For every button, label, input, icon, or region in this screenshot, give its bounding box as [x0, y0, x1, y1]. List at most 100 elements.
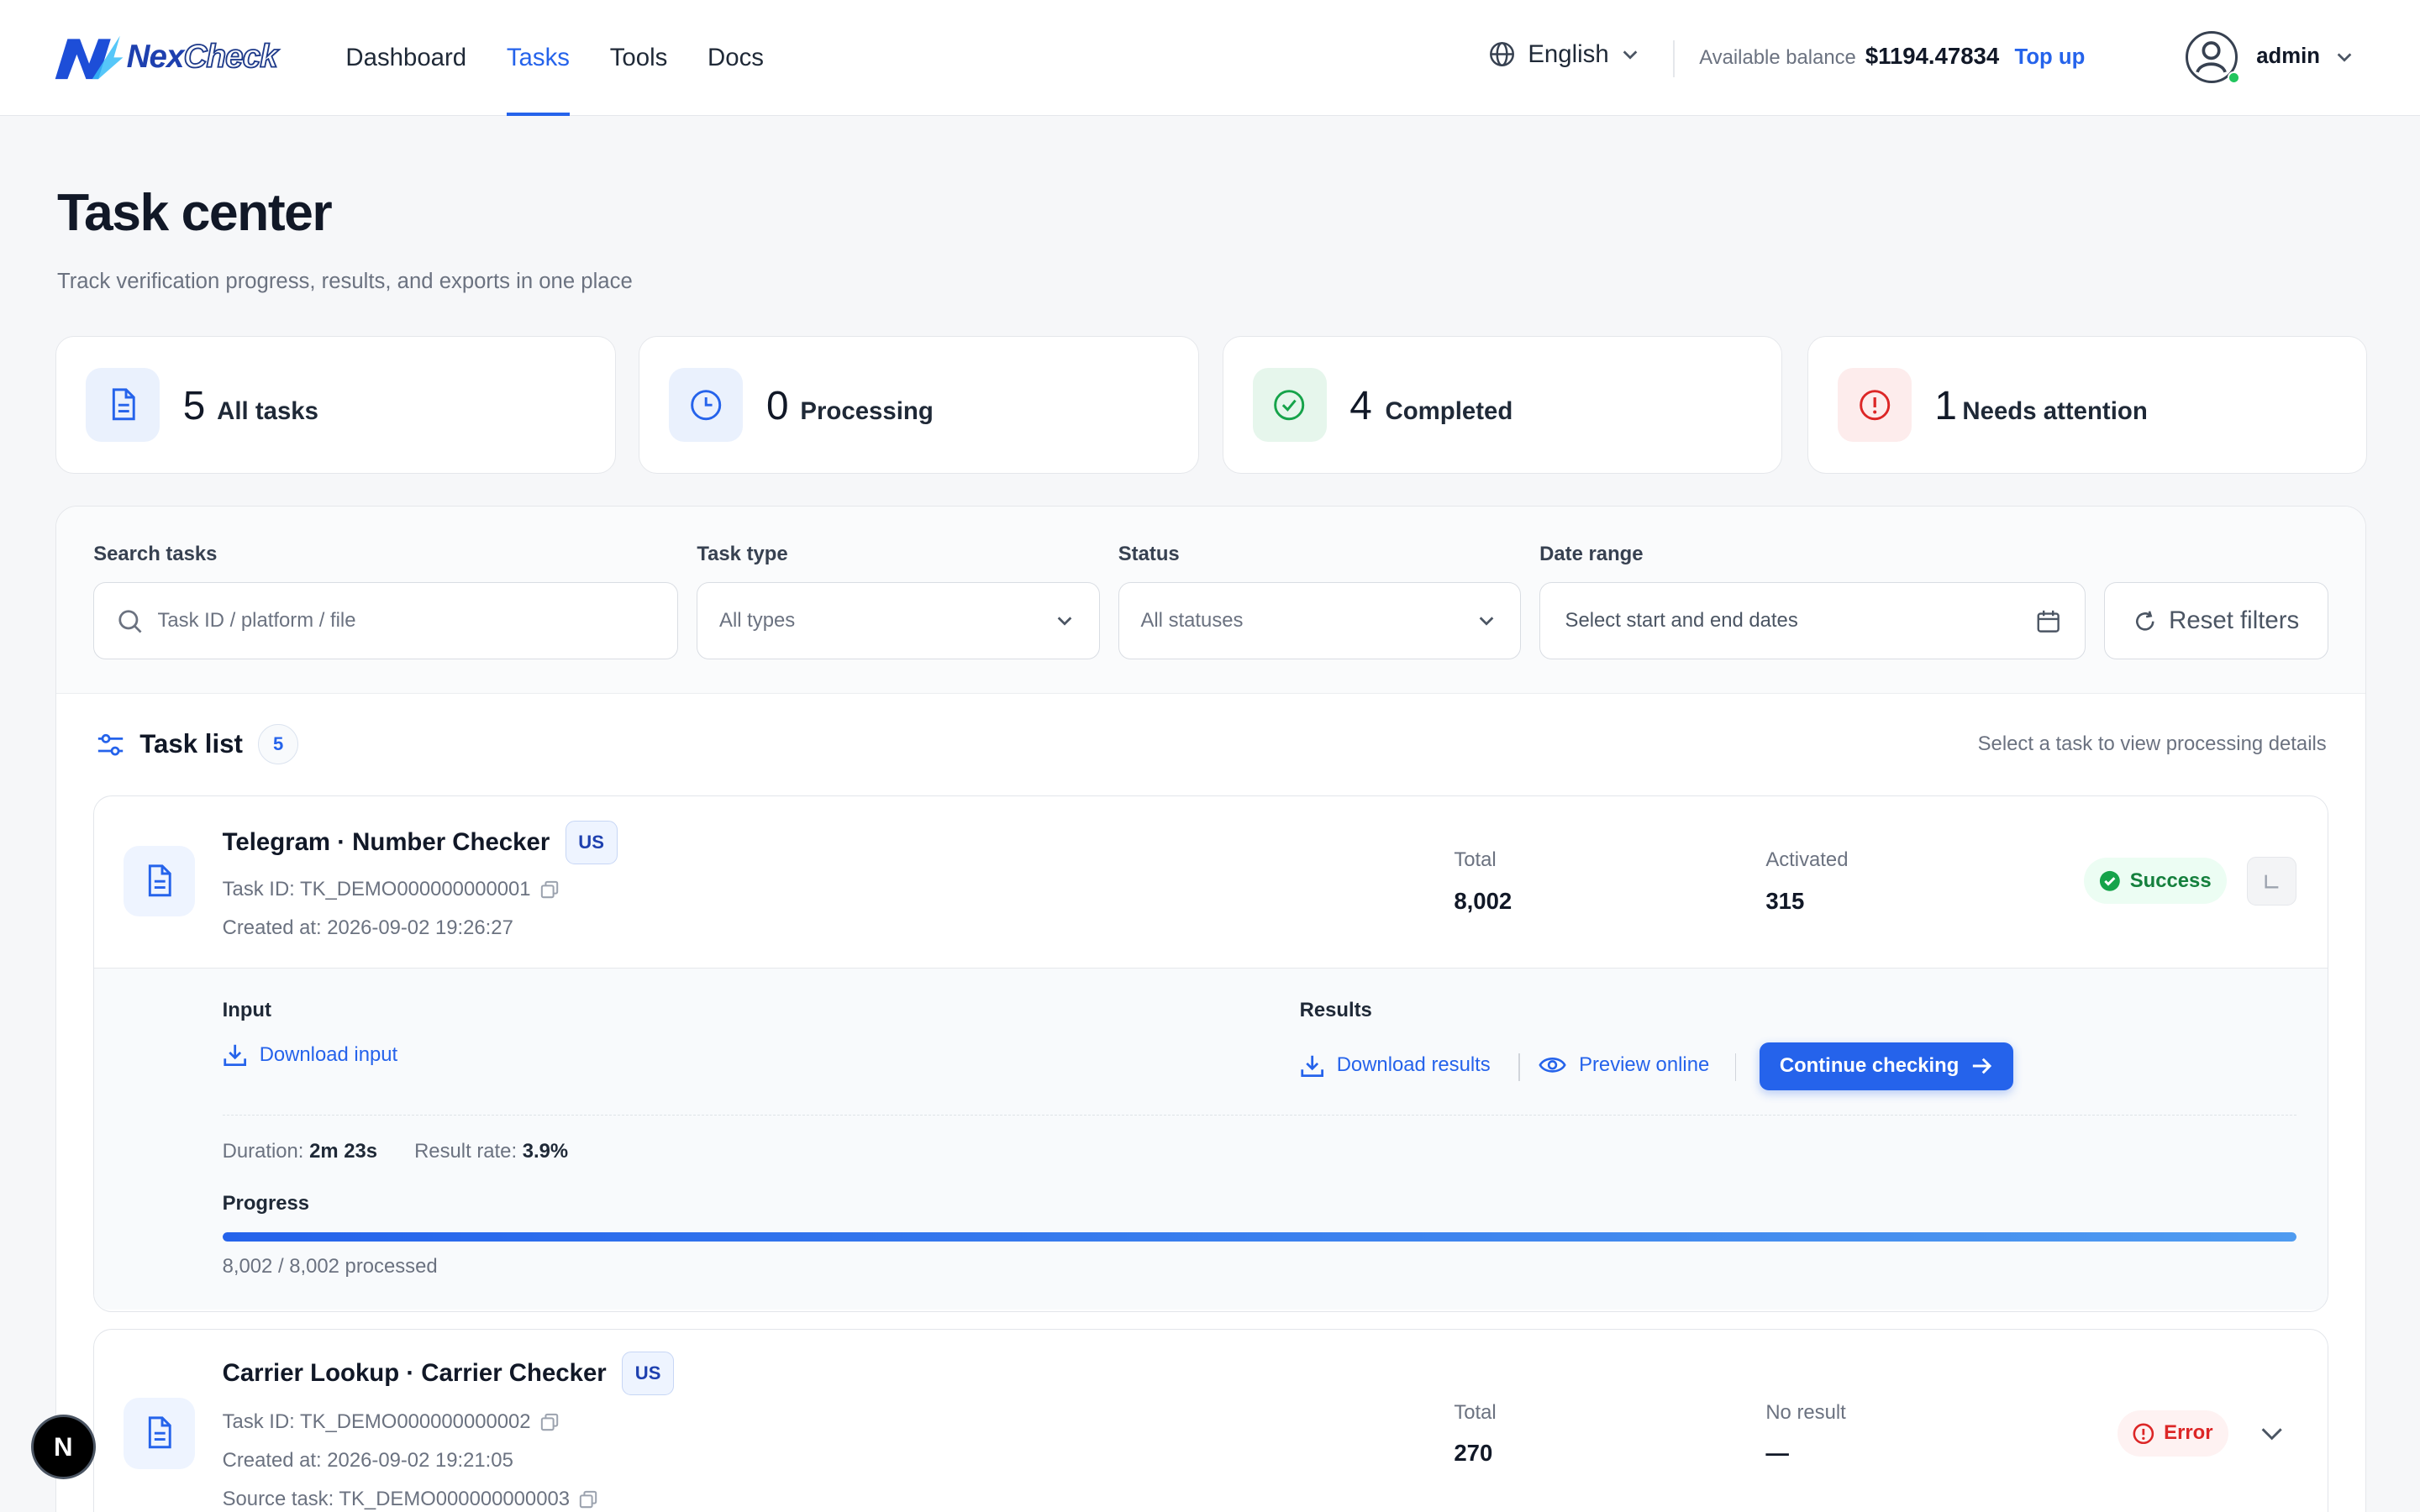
task-title: Carrier Lookup · Carrier Checker: [222, 1358, 607, 1387]
source-task: Source task: TK_DEMO000000000003: [223, 1488, 597, 1511]
download-input-link[interactable]: Download input: [223, 1042, 398, 1067]
task-created: Created at: 2026-09-02 19:26:27: [222, 916, 513, 940]
page-subtitle: Track verification progress, results, an…: [56, 270, 633, 294]
search-placeholder: Task ID / platform / file: [157, 609, 356, 633]
reset-filters-button[interactable]: Reset filters: [2104, 582, 2328, 660]
total-stat: Total 270: [1454, 1401, 1496, 1467]
stat-label: Completed: [1385, 397, 1513, 426]
copy-icon[interactable]: [540, 880, 559, 899]
no-result-label: No result: [1765, 1400, 1846, 1424]
eye-icon: [1539, 1057, 1567, 1073]
nav-tasks[interactable]: Tasks: [506, 0, 570, 116]
copy-icon[interactable]: [579, 1490, 597, 1509]
stat-count: 1: [1934, 384, 1957, 429]
task-details: Input Download input Results Download re…: [94, 967, 2328, 1310]
search-input[interactable]: Task ID / platform / file: [93, 582, 679, 660]
total-value: 270: [1454, 1440, 1493, 1467]
no-result-stat: No result —: [1765, 1401, 1845, 1467]
activated-value: 315: [1765, 887, 1805, 914]
copy-icon[interactable]: [540, 1413, 559, 1431]
brand-logo[interactable]: NexCheck: [52, 33, 279, 82]
task-type-value: All types: [719, 609, 796, 633]
task-panel: Search tasks Task ID / platform / file T…: [55, 506, 2366, 1512]
type-label: Task type: [697, 542, 788, 565]
filter-bar: Search tasks Task ID / platform / file T…: [56, 507, 2365, 694]
stat-label: Processing: [800, 397, 934, 426]
preview-online-link[interactable]: Preview online: [1539, 1053, 1709, 1077]
task-title: Telegram · Number Checker: [222, 827, 550, 856]
download-results-link[interactable]: Download results: [1300, 1053, 1491, 1078]
date-range-picker[interactable]: Select start and end dates: [1539, 582, 2086, 660]
download-input-label: Download input: [259, 1042, 398, 1066]
alert-circle-icon: [2133, 1423, 2154, 1444]
dev-tools-button[interactable]: N: [30, 1415, 96, 1480]
activated-label: Activated: [1765, 848, 1849, 872]
avatar: [2185, 30, 2240, 84]
task-card[interactable]: Carrier Lookup · Carrier Checker US Task…: [93, 1329, 2328, 1512]
total-label: Total: [1454, 848, 1497, 872]
language-selector[interactable]: English: [1488, 40, 1640, 69]
stat-card-all[interactable]: 5 All tasks: [55, 336, 616, 474]
language-label: English: [1528, 39, 1609, 68]
stat-card-completed[interactable]: 4 Completed: [1222, 336, 1783, 474]
balance-area: Available balance $1194.47834 Top up: [1699, 43, 2085, 70]
task-list-title: Task list: [139, 729, 243, 759]
country-badge: US: [622, 1352, 675, 1395]
check-circle-icon: [2099, 870, 2120, 891]
stat-count: 4: [1349, 384, 1372, 429]
status-select[interactable]: All statuses: [1118, 582, 1522, 660]
task-name: Telegram · Number Checker US: [223, 821, 618, 864]
country-badge: US: [565, 821, 618, 864]
status-label: Status: [1118, 542, 1180, 565]
total-label: Total: [1454, 1400, 1497, 1424]
user-menu[interactable]: admin: [2185, 30, 2354, 84]
progress-text: 8,002 / 8,002 processed: [222, 1255, 438, 1278]
refresh-icon: [2135, 610, 2154, 631]
preview-online-label: Preview online: [1579, 1053, 1710, 1076]
task-id: Task ID: TK_DEMO000000000002: [223, 1410, 559, 1434]
chevron-down-icon: [2261, 1428, 2282, 1441]
expand-button[interactable]: [2260, 1423, 2284, 1452]
arrow-right-icon: [1972, 1058, 1992, 1074]
stat-card-processing[interactable]: 0 Processing: [639, 336, 1200, 474]
main-nav: Dashboard Tasks Tools Docs: [345, 0, 764, 116]
task-type-select[interactable]: All types: [697, 582, 1100, 660]
task-list-hint: Select a task to view processing details: [1977, 732, 2327, 755]
date-placeholder: Select start and end dates: [1565, 609, 1798, 633]
collapse-button[interactable]: [2247, 856, 2297, 906]
search-icon: [118, 610, 142, 633]
nav-dashboard[interactable]: Dashboard: [345, 0, 466, 116]
balance-amount: $1194.47834: [1865, 43, 2000, 70]
logo-mark-icon: [55, 35, 124, 79]
stat-count: 5: [182, 384, 206, 429]
chevron-down-icon: [1623, 50, 1638, 60]
chevron-down-icon: [1479, 617, 1494, 626]
clock-icon: [669, 368, 744, 443]
nav-tools[interactable]: Tools: [610, 0, 668, 116]
download-icon: [1301, 1055, 1323, 1077]
stat-count: 0: [766, 384, 789, 429]
top-up-link[interactable]: Top up: [2015, 45, 2086, 70]
task-id-text: Task ID: TK_DEMO000000000001: [222, 878, 531, 901]
sliders-icon: [97, 733, 124, 756]
status-text: Error: [2164, 1421, 2213, 1445]
progress-bar: [222, 1231, 2296, 1242]
continue-checking-button[interactable]: Continue checking: [1759, 1042, 2013, 1090]
brand-name: NexCheck: [126, 38, 279, 76]
calendar-icon: [2037, 610, 2060, 633]
reset-filters-label: Reset filters: [2169, 606, 2300, 635]
details-divider: [222, 1115, 2296, 1116]
top-header: NexCheck Dashboard Tasks Tools Docs Engl…: [0, 0, 2420, 116]
document-icon: [86, 368, 160, 443]
task-card[interactable]: Telegram · Number Checker US Task ID: TK…: [93, 795, 2328, 1313]
task-id-text: Task ID: TK_DEMO000000000002: [222, 1410, 531, 1433]
document-icon: [124, 845, 195, 917]
link-divider: [1518, 1053, 1521, 1081]
status-text: Success: [2129, 869, 2212, 892]
duration: Duration: 2m 23s: [222, 1139, 377, 1163]
source-task-text: Source task: TK_DEMO000000000003: [222, 1487, 571, 1510]
task-name: Carrier Lookup · Carrier Checker US: [222, 1352, 675, 1395]
nav-docs[interactable]: Docs: [708, 0, 764, 116]
stat-card-attention[interactable]: 1 Needs attention: [1807, 336, 2368, 474]
stat-label: All tasks: [217, 397, 318, 426]
